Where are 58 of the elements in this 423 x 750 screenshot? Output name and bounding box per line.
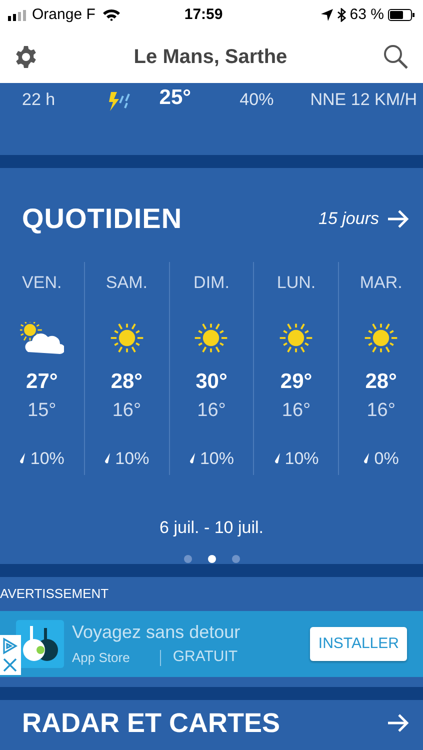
ad-choices-icon[interactable] (0, 635, 21, 675)
low-temperature: 16° (366, 399, 396, 423)
raindrop-icon (274, 452, 281, 464)
wifi-icon (103, 9, 120, 21)
day-label: SAM. (106, 272, 148, 294)
day-label: LUN. (276, 272, 316, 294)
wind: NNE 12 KM/H (310, 89, 417, 111)
low-temperature: 16° (282, 399, 311, 423)
carrier-name: Orange F (32, 4, 96, 25)
raindrop-icon (104, 452, 112, 464)
location-arrow-icon (320, 9, 333, 21)
ad-label: AVERTISSEMENT (0, 585, 109, 604)
sun-cloud-icon (20, 322, 64, 354)
temperature: 25° (159, 87, 192, 108)
section-title: RADAR ET CARTES (22, 706, 280, 740)
signal-icon (8, 10, 28, 20)
low-temperature: 15° (28, 399, 56, 423)
day-label: VEN. (22, 272, 62, 294)
15-day-link[interactable]: 15 jours (318, 206, 409, 232)
date-range: 6 juil. - 10 juil. (158, 517, 264, 539)
search-icon[interactable] (382, 44, 409, 70)
high-temperature: 27° (26, 368, 58, 394)
battery-percentage: 63 % (350, 4, 384, 25)
high-temperature: 29° (280, 368, 312, 394)
section-title: QUOTIDIEN (22, 202, 182, 236)
raindrop-icon (188, 452, 196, 464)
high-temperature: 28° (365, 368, 397, 394)
precipitation-chance: 10% (115, 448, 150, 470)
day-label: MAR. (360, 272, 402, 294)
day-label: DIM. (194, 272, 230, 294)
store-name: App Store (72, 648, 130, 667)
precipitation-chance: 0% (374, 448, 399, 470)
low-temperature: 16° (112, 399, 142, 423)
ad-title: Voyagez sans detour (72, 621, 242, 644)
page-dot[interactable] (184, 554, 192, 562)
precipitation-chance: 10% (30, 448, 64, 470)
settings-icon[interactable] (14, 44, 38, 68)
precipitation-chance: 10% (284, 448, 319, 470)
high-temperature: 30° (196, 368, 228, 394)
price-label: GRATUIT (172, 647, 238, 668)
battery-icon (388, 9, 415, 21)
humidity: 40% (240, 89, 275, 111)
arrow-right-icon[interactable] (387, 714, 409, 732)
hour-label: 22 h (22, 89, 56, 111)
ad-banner[interactable]: Voyagez sans detour App Store GRATUIT INSTALLER (0, 611, 423, 677)
location-title: Le Mans, Sarthe (134, 44, 288, 70)
clock-time: 17:59 (184, 4, 223, 25)
low-temperature: 16° (197, 399, 226, 423)
page-dot[interactable] (232, 554, 240, 562)
raindrop-icon (363, 452, 370, 464)
high-temperature: 28° (110, 368, 143, 394)
app-logo-icon (16, 620, 64, 668)
raindrop-icon (19, 452, 26, 464)
precipitation-chance: 10% (200, 448, 234, 470)
arrow-right-icon (387, 210, 409, 228)
page-dot[interactable] (208, 554, 216, 562)
bluetooth-icon (336, 8, 346, 22)
install-button[interactable]: INSTALLER (310, 626, 407, 662)
